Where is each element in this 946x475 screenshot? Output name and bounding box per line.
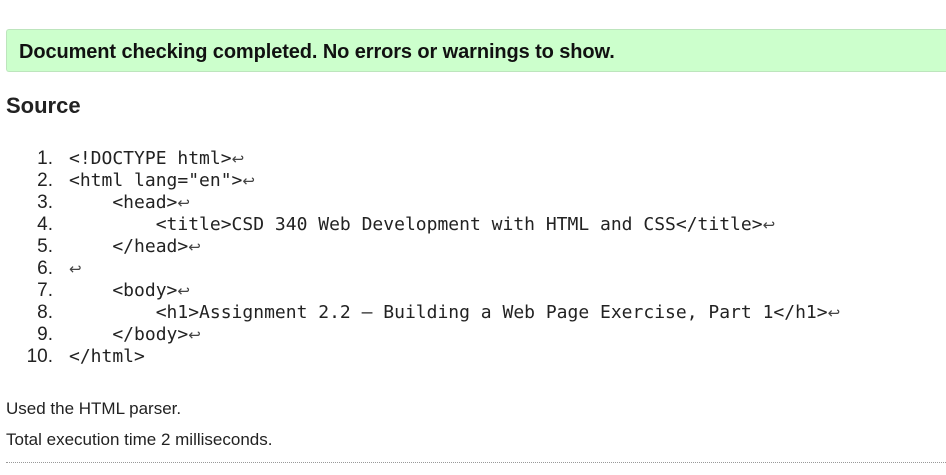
line-number: 6.: [37, 258, 53, 279]
line-code: </body>↩: [69, 324, 201, 345]
line-code: <title>CSD 340 Web Development with HTML…: [69, 214, 776, 235]
line-code: <!DOCTYPE html>↩: [69, 148, 245, 169]
line-code: </head>↩: [69, 236, 201, 257]
line-number: 9.: [37, 324, 53, 345]
line-end-icon: ↩: [231, 150, 245, 168]
line-end-icon: ↩: [242, 172, 255, 190]
line-end-icon: ↩: [177, 282, 190, 300]
execution-time-info: Total execution time 2 milliseconds.: [6, 430, 273, 449]
parser-info: Used the HTML parser.: [6, 399, 182, 418]
line-end-icon: ↩: [762, 216, 776, 234]
success-banner: Document checking completed. No errors o…: [6, 29, 946, 72]
line-code: </html>: [69, 346, 145, 367]
line-code: <body>↩: [69, 280, 190, 301]
line-number: 2.: [37, 170, 53, 191]
line-code: <h1>Assignment 2.2 – Building a Web Page…: [69, 302, 841, 323]
success-message: Document checking completed. No errors o…: [19, 41, 615, 63]
source-heading: Source: [6, 93, 81, 118]
line-number: 4.: [37, 214, 53, 235]
footer-divider: [6, 462, 946, 463]
line-end-icon: ↩: [188, 326, 201, 344]
line-end-icon: ↩: [69, 260, 82, 278]
line-number: 1.: [37, 148, 53, 169]
line-number: 5.: [37, 236, 53, 257]
line-end-icon: ↩: [177, 194, 190, 212]
line-code: <html lang="en">↩: [69, 170, 255, 191]
line-code: ↩: [69, 258, 82, 280]
line-number: 7.: [37, 280, 53, 301]
line-number: 8.: [37, 302, 53, 323]
line-number: 3.: [37, 192, 53, 213]
line-end-icon: ↩: [827, 304, 841, 322]
line-end-icon: ↩: [188, 238, 201, 256]
line-number: 10.: [26, 346, 53, 367]
line-code: <head>↩: [69, 192, 190, 213]
